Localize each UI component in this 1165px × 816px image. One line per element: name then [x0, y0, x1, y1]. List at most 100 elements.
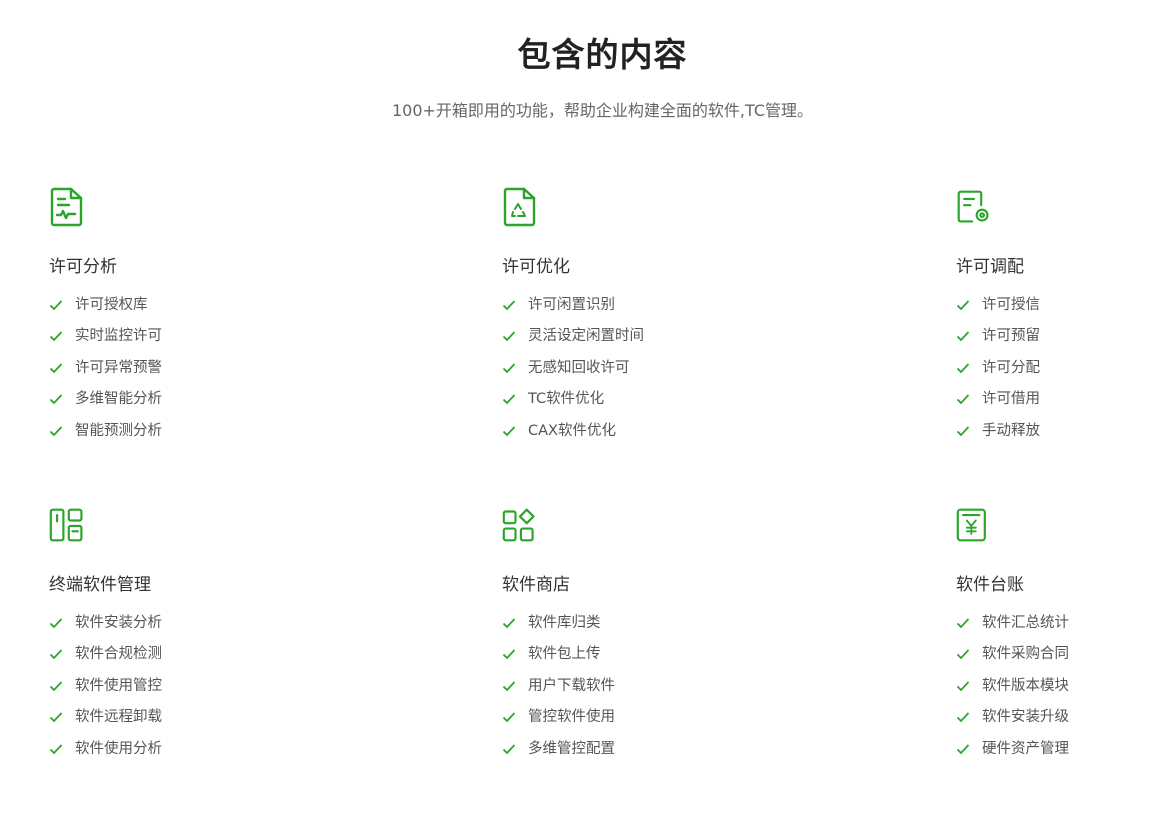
list-item-label: 软件合规检测	[75, 646, 162, 663]
list-item: 许可预留	[956, 326, 1156, 357]
page-title: 包含的内容	[517, 35, 688, 74]
list-item-label: 无感知回收许可	[528, 359, 630, 376]
list-item-label: 软件远程卸载	[75, 709, 162, 726]
check-icon	[956, 710, 970, 724]
page-subtitle: 100+开箱即用的功能，帮助企业构建全面的软件,TC管理。	[391, 101, 814, 120]
list-item-label: 软件使用管控	[75, 677, 162, 694]
list-item: 智能预测分析	[49, 421, 349, 452]
list-item: 软件远程卸载	[49, 707, 349, 738]
document-settings-icon	[956, 187, 992, 227]
check-icon	[502, 710, 516, 724]
list-item-label: 软件采购合同	[982, 646, 1069, 663]
card-title: 终端软件管理	[49, 575, 151, 595]
list-item-label: 灵活设定闲置时间	[528, 328, 644, 345]
check-icon	[49, 298, 63, 312]
list-item: 软件包上传	[502, 644, 802, 675]
list-item: 软件合规检测	[49, 644, 349, 675]
list-item-label: 许可授权库	[75, 297, 148, 313]
feature-card-license-optimization: 许可优化 许可闲置识别 灵活设定闲置时间 无感知回收许可 TC软件优化 CAX软…	[502, 187, 802, 452]
card-title: 许可优化	[502, 257, 570, 277]
list-item: 管控软件使用	[502, 707, 802, 738]
list-item-label: 硬件资产管理	[982, 740, 1069, 757]
card-title: 许可分析	[49, 257, 117, 277]
list-item-label: 许可授信	[982, 297, 1040, 313]
list-item-label: 多维管控配置	[528, 740, 615, 757]
check-icon	[502, 361, 516, 375]
list-item-label: 软件包上传	[528, 646, 601, 663]
list-item-label: 许可预留	[982, 328, 1040, 345]
check-icon	[956, 647, 970, 661]
list-item: 许可分配	[956, 358, 1156, 389]
list-item-label: 实时监控许可	[75, 328, 162, 345]
list-item-label: 软件库归类	[528, 615, 601, 631]
list-item-label: 软件汇总统计	[982, 615, 1069, 631]
list-item: 软件汇总统计	[956, 613, 1156, 644]
check-icon	[502, 679, 516, 693]
check-icon	[956, 424, 970, 438]
feature-card-software-ledger: 软件台账 软件汇总统计 软件采购合同 软件版本模块 软件安装升级 硬件资产管理	[956, 505, 1156, 770]
check-icon	[956, 298, 970, 312]
list-item-label: 许可闲置识别	[528, 297, 615, 313]
list-item-label: CAX软件优化	[528, 422, 616, 439]
recycle-document-icon	[502, 187, 538, 227]
list-item: 硬件资产管理	[956, 739, 1156, 770]
list-item: 无感知回收许可	[502, 358, 802, 389]
list-item: 软件库归类	[502, 613, 802, 644]
check-icon	[956, 361, 970, 375]
list-item: 用户下载软件	[502, 676, 802, 707]
card-title: 软件商店	[502, 575, 570, 595]
check-icon	[49, 392, 63, 406]
check-icon	[502, 298, 516, 312]
check-icon	[956, 392, 970, 406]
list-item-label: 软件版本模块	[982, 677, 1069, 694]
list-item: 许可授信	[956, 295, 1156, 326]
list-item-label: 多维智能分析	[75, 391, 162, 408]
list-item-label: 手动释放	[982, 422, 1040, 439]
list-item-label: TC软件优化	[528, 391, 605, 408]
list-item-label: 软件使用分析	[75, 740, 162, 757]
list-item: 软件使用管控	[49, 676, 349, 707]
check-icon	[956, 616, 970, 630]
list-item-label: 软件安装升级	[982, 709, 1069, 726]
check-icon	[956, 742, 970, 756]
list-item-label: 智能预测分析	[75, 422, 162, 439]
list-item: 软件版本模块	[956, 676, 1156, 707]
list-item: 软件安装分析	[49, 613, 349, 644]
card-title: 许可调配	[956, 257, 1024, 277]
list-item-label: 许可分配	[982, 359, 1040, 376]
check-icon	[502, 616, 516, 630]
check-icon	[502, 647, 516, 661]
list-item: 许可闲置识别	[502, 295, 802, 326]
check-icon	[49, 742, 63, 756]
app-store-icon	[502, 505, 538, 545]
check-icon	[502, 329, 516, 343]
feature-card-endpoint-software: 终端软件管理 软件安装分析 软件合规检测 软件使用管控 软件远程卸载 软件使用分…	[49, 505, 349, 770]
layout-panels-icon	[49, 505, 85, 545]
check-icon	[49, 710, 63, 724]
check-icon	[49, 424, 63, 438]
list-item: 软件采购合同	[956, 644, 1156, 675]
list-item: 软件安装升级	[956, 707, 1156, 738]
list-item: 许可借用	[956, 389, 1156, 420]
list-item: TC软件优化	[502, 389, 802, 420]
list-item: CAX软件优化	[502, 421, 802, 452]
card-title: 软件台账	[956, 575, 1024, 595]
list-item: 多维管控配置	[502, 739, 802, 770]
check-icon	[49, 616, 63, 630]
feature-card-license-analysis: 许可分析 许可授权库 实时监控许可 许可异常预警 多维智能分析 智能预测分析	[49, 187, 349, 452]
list-item-label: 许可借用	[982, 391, 1040, 408]
check-icon	[49, 647, 63, 661]
feature-card-license-allocation: 许可调配 许可授信 许可预留 许可分配 许可借用 手动释放	[956, 187, 1156, 452]
feature-card-software-store: 软件商店 软件库归类 软件包上传 用户下载软件 管控软件使用 多维管控配置	[502, 505, 802, 770]
list-item: 软件使用分析	[49, 739, 349, 770]
check-icon	[49, 361, 63, 375]
check-icon	[956, 329, 970, 343]
check-icon	[502, 392, 516, 406]
list-item: 手动释放	[956, 421, 1156, 452]
list-item-label: 软件安装分析	[75, 615, 162, 631]
list-item-label: 管控软件使用	[528, 709, 615, 726]
yuan-ledger-icon	[956, 505, 992, 545]
check-icon	[502, 424, 516, 438]
list-item-label: 用户下载软件	[528, 677, 615, 694]
check-icon	[49, 679, 63, 693]
